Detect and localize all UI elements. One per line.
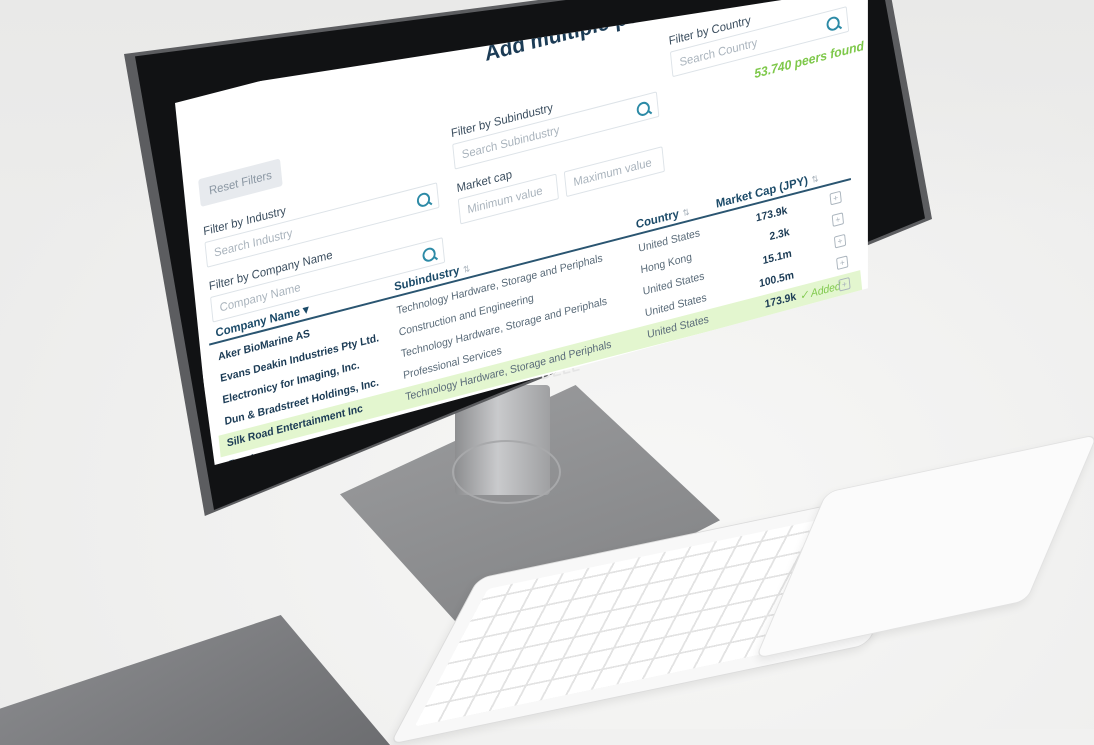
sort-icon: ⇅ xyxy=(682,206,691,219)
sort-icon: ⇅ xyxy=(462,263,471,275)
reset-filters-button[interactable]: Reset Filters xyxy=(198,158,283,207)
search-icon[interactable] xyxy=(636,100,651,118)
sort-down-icon: ▾ xyxy=(302,302,310,318)
add-peer-icon[interactable]: + xyxy=(831,212,845,227)
add-peer-icon[interactable]: + xyxy=(836,255,849,271)
add-peer-icon[interactable]: + xyxy=(833,233,847,249)
add-peer-icon[interactable]: + xyxy=(829,190,842,206)
search-icon[interactable] xyxy=(421,246,437,264)
add-peer-icon[interactable]: + xyxy=(838,276,851,292)
search-icon[interactable] xyxy=(825,15,841,33)
monitor-stand-ring xyxy=(452,440,561,504)
sort-icon: ⇅ xyxy=(811,173,820,186)
max-placeholder: Maximum value xyxy=(572,155,653,190)
search-icon[interactable] xyxy=(416,191,431,209)
marketcap-max-input[interactable]: Maximum value xyxy=(563,146,665,198)
